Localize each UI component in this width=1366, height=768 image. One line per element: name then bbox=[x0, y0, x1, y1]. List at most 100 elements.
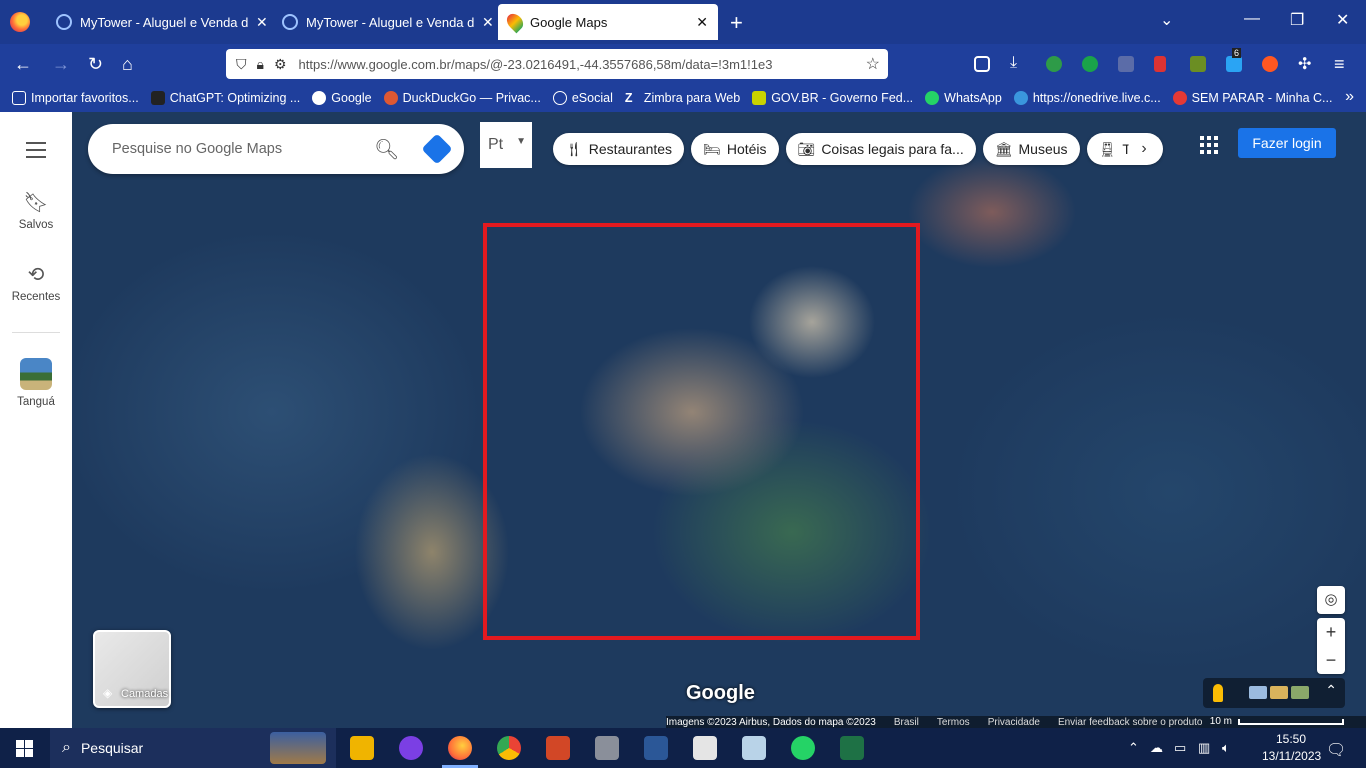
google-apps-icon[interactable] bbox=[1200, 136, 1218, 154]
search-icon[interactable]: 🔍︎ bbox=[374, 137, 399, 162]
notifications-icon[interactable]: 🗨︎ bbox=[1326, 740, 1346, 760]
my-location-icon[interactable]: ◎ bbox=[1317, 586, 1345, 614]
powerpoint-icon[interactable] bbox=[546, 736, 570, 760]
home-icon[interactable]: ⌂ bbox=[122, 54, 133, 75]
footer-link-feedback[interactable]: Enviar feedback sobre o produto bbox=[1058, 717, 1203, 728]
chip-restaurants[interactable]: 🍴︎ Restaurantes bbox=[553, 133, 685, 165]
login-button[interactable]: Fazer login bbox=[1238, 128, 1336, 158]
new-tab-button[interactable]: + bbox=[730, 10, 743, 36]
imagery-thumb[interactable] bbox=[1270, 686, 1288, 699]
extension-shield-icon[interactable] bbox=[1046, 56, 1062, 72]
back-icon[interactable]: ← bbox=[14, 54, 32, 75]
calculator-icon[interactable] bbox=[595, 736, 619, 760]
directions-icon[interactable] bbox=[421, 133, 453, 165]
layers-button[interactable]: ◈ Camadas bbox=[93, 630, 171, 708]
close-tab-icon[interactable]: ✕ bbox=[696, 14, 708, 31]
excel-icon[interactable] bbox=[840, 736, 864, 760]
app-menu-icon[interactable]: ≡ bbox=[1334, 54, 1345, 75]
onedrive-tray-icon[interactable]: ☁ bbox=[1150, 740, 1163, 756]
minimize-icon[interactable]: — bbox=[1244, 10, 1260, 28]
system-clock[interactable]: 15:50 13/11/2023 bbox=[1262, 731, 1321, 765]
firefox-menu-icon[interactable] bbox=[10, 12, 30, 32]
url-bar[interactable]: ⛉ 🔒︎ ⚙ https://www.google.com.br/maps/@-… bbox=[226, 49, 888, 79]
imagery-thumb[interactable] bbox=[1249, 686, 1267, 699]
footer-link-terms[interactable]: Termos bbox=[937, 717, 970, 728]
battery-icon[interactable]: ▭ bbox=[1174, 740, 1186, 756]
bookmark-onedrive[interactable]: https://onedrive.live.c... bbox=[1013, 91, 1161, 105]
zoom-in-button[interactable]: + bbox=[1317, 618, 1345, 646]
extensions-puzzle-icon[interactable]: ✣ bbox=[1298, 54, 1311, 74]
volume-icon[interactable]: 🔈︎ bbox=[1222, 740, 1230, 756]
firefox-taskbar-icon[interactable] bbox=[448, 736, 472, 760]
menu-icon[interactable] bbox=[26, 142, 46, 163]
chip-museums[interactable]: 🏛︎ Museus bbox=[982, 133, 1080, 165]
extension-brave-icon[interactable] bbox=[1262, 56, 1278, 72]
extension-check-icon[interactable] bbox=[1082, 56, 1098, 72]
pegman-icon[interactable] bbox=[1213, 684, 1223, 702]
permissions-icon[interactable]: ⚙ bbox=[274, 56, 287, 73]
forward-icon[interactable]: → bbox=[52, 54, 70, 75]
imagery-thumb[interactable] bbox=[1291, 686, 1309, 699]
whatsapp-taskbar-icon[interactable] bbox=[791, 736, 815, 760]
chip-things-to-do[interactable]: 📷︎ Coisas legais para fa... bbox=[785, 133, 976, 165]
bookmark-zimbra[interactable]: Z Zimbra para Web bbox=[625, 91, 740, 105]
search-box[interactable]: Pesquise no Google Maps 🔍︎ bbox=[88, 124, 464, 174]
windows-start-icon[interactable] bbox=[16, 740, 33, 757]
bookmark-duckduckgo[interactable]: DuckDuckGo — Privac... bbox=[383, 91, 541, 105]
file-explorer-icon[interactable] bbox=[350, 736, 374, 760]
network-icon[interactable]: ▥ bbox=[1198, 740, 1210, 756]
bookmark-semparar[interactable]: SEM PARAR - Minha C... bbox=[1172, 91, 1332, 105]
pocket-icon[interactable] bbox=[974, 56, 990, 72]
download-icon[interactable]: ⤓ bbox=[1010, 54, 1017, 72]
footer-link-privacy[interactable]: Privacidade bbox=[988, 717, 1040, 728]
tab-mytower-2[interactable]: MyTower - Aluguel e Venda de ✕ bbox=[272, 0, 504, 44]
footer-link-brasil[interactable]: Brasil bbox=[894, 717, 919, 728]
chip-hotels[interactable]: 🛏︎ Hotéis bbox=[691, 133, 779, 165]
reload-icon[interactable]: ↻ bbox=[88, 54, 103, 75]
bookmark-google[interactable]: Google bbox=[312, 91, 372, 105]
extension-badge-icon[interactable]: 6 bbox=[1226, 48, 1242, 72]
chrome-icon[interactable] bbox=[497, 736, 521, 760]
chip-label: Hotéis bbox=[726, 141, 767, 157]
zoom-out-button[interactable]: − bbox=[1317, 646, 1345, 674]
close-tab-icon[interactable]: ✕ bbox=[256, 14, 268, 31]
url-text[interactable]: https://www.google.com.br/maps/@-23.0216… bbox=[299, 57, 819, 72]
paint-icon[interactable] bbox=[742, 736, 766, 760]
extension-t-icon[interactable] bbox=[1154, 56, 1166, 72]
lock-icon[interactable]: 🔒︎ bbox=[257, 56, 264, 73]
saved-button[interactable]: 🔖︎ Salvos bbox=[0, 190, 72, 231]
extension-tree-icon[interactable] bbox=[1190, 56, 1206, 72]
caret-down-icon[interactable]: ▼ bbox=[516, 136, 526, 147]
pdf24-icon[interactable] bbox=[693, 736, 717, 760]
search-input[interactable]: Pesquise no Google Maps bbox=[112, 141, 362, 157]
close-window-icon[interactable]: ✕ bbox=[1336, 10, 1349, 30]
more-bookmarks-icon[interactable]: » bbox=[1345, 88, 1354, 106]
tab-list-icon[interactable]: ⌄ bbox=[1160, 10, 1173, 30]
zoom-controls: + − bbox=[1317, 618, 1345, 674]
expand-icon[interactable]: ⌃ bbox=[1325, 682, 1337, 699]
shield-icon[interactable]: ⛉ bbox=[236, 56, 247, 73]
chevron-right-icon[interactable]: › bbox=[1128, 133, 1160, 165]
extension-speaker-icon[interactable] bbox=[1118, 56, 1134, 72]
close-tab-icon[interactable]: ✕ bbox=[482, 14, 494, 31]
recent-button[interactable]: ⟲ Recentes bbox=[0, 262, 72, 303]
mask-app-icon[interactable] bbox=[399, 736, 423, 760]
maps-left-rail: 🔖︎ Salvos ⟲ Recentes Tanguá bbox=[0, 112, 72, 728]
word-icon[interactable] bbox=[644, 736, 668, 760]
bookmark-whatsapp[interactable]: WhatsApp bbox=[925, 91, 1002, 105]
tray-overflow-icon[interactable]: ⌃ bbox=[1128, 740, 1139, 756]
satellite-map[interactable]: Pesquise no Google Maps 🔍︎ Pt ▼ 🍴︎ Restau… bbox=[72, 112, 1366, 728]
tab-mytower-1[interactable]: MyTower - Aluguel e Venda de ✕ bbox=[46, 0, 278, 44]
camera-icon: 📷︎ bbox=[797, 140, 816, 157]
restore-icon[interactable]: ❐ bbox=[1290, 10, 1304, 30]
bookmark-esocial[interactable]: eSocial bbox=[552, 91, 613, 105]
recent-place-tangua[interactable]: Tanguá bbox=[0, 358, 72, 408]
input-tools-button[interactable]: Pt ▼ bbox=[480, 122, 532, 168]
taskbar-search[interactable]: ⌕ Pesquisar bbox=[50, 728, 336, 768]
map-scale[interactable]: 10 m bbox=[1210, 716, 1344, 727]
bookmark-chatgpt[interactable]: ChatGPT: Optimizing ... bbox=[150, 91, 300, 105]
tab-google-maps[interactable]: Google Maps ✕ bbox=[498, 4, 718, 40]
bookmark-star-icon[interactable]: ☆ bbox=[866, 54, 880, 74]
bookmark-import[interactable]: Importar favoritos... bbox=[12, 91, 139, 105]
bookmark-govbr[interactable]: GOV.BR - Governo Fed... bbox=[752, 91, 913, 105]
